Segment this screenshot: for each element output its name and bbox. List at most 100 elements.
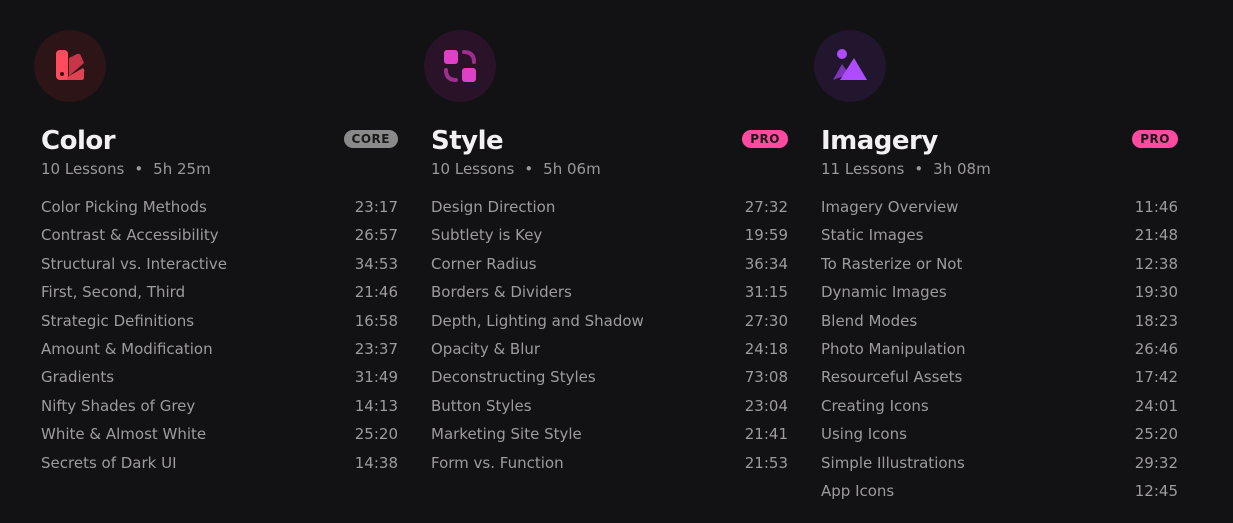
- lesson-duration: 31:15: [744, 283, 788, 302]
- pro-badge: PRO: [742, 130, 788, 148]
- swatch-book-icon: [56, 50, 85, 80]
- lesson-item[interactable]: Amount & Modification 23:37: [41, 335, 398, 363]
- lesson-duration: 14:38: [354, 453, 398, 472]
- lesson-item[interactable]: Static Images 21:48: [821, 221, 1178, 249]
- lesson-item[interactable]: App Icons 12:45: [821, 477, 1178, 505]
- lesson-title: Gradients: [41, 368, 115, 387]
- lesson-duration: 11:46: [1134, 198, 1178, 216]
- lesson-list: Design Direction 27:32 Subtlety is Key 19:…: [424, 193, 788, 477]
- lesson-item[interactable]: Marketing Site Style 21:41: [431, 420, 788, 448]
- lesson-title: Corner Radius: [431, 254, 537, 273]
- lesson-item[interactable]: Structural vs. Interactive 34:53: [41, 250, 398, 278]
- total-duration: 3h 08m: [933, 160, 991, 178]
- lesson-item[interactable]: Creating Icons 24:01: [821, 392, 1178, 420]
- lesson-duration: 73:08: [744, 368, 788, 387]
- lesson-duration: 17:42: [1134, 368, 1178, 387]
- lesson-duration: 27:32: [744, 198, 788, 216]
- lesson-item[interactable]: Photo Manipulation 26:46: [821, 335, 1178, 363]
- course-color: Color CORE 10 Lessons • 5h 25m Color Picki…: [34, 30, 398, 477]
- course-title: Style: [431, 126, 504, 156]
- lesson-item[interactable]: Button Styles 23:04: [431, 392, 788, 420]
- lesson-title: To Rasterize or Not: [821, 254, 963, 273]
- lesson-item[interactable]: White & Almost White 25:20: [41, 420, 398, 448]
- lesson-duration: 16:58: [354, 311, 398, 330]
- lesson-item[interactable]: Resourceful Assets 17:42: [821, 363, 1178, 391]
- lessons-count: 10 Lessons: [41, 160, 125, 178]
- lesson-duration: 19:30: [1134, 283, 1178, 302]
- lesson-item[interactable]: Gradients 31:49: [41, 363, 398, 391]
- lesson-title: Contrast & Accessibility: [41, 226, 219, 245]
- course-icon-circle: [424, 30, 496, 102]
- lesson-duration: 23:17: [354, 198, 398, 216]
- lesson-item[interactable]: Blend Modes 18:23: [821, 307, 1178, 335]
- lesson-title: Resourceful Assets: [821, 368, 963, 387]
- lesson-item[interactable]: Simple Illustrations 29:32: [821, 449, 1178, 477]
- lesson-list: Imagery Overview 11:46 Static Images 21:48…: [814, 193, 1178, 505]
- course-title: Color: [41, 126, 116, 156]
- lesson-title: Design Direction: [431, 198, 556, 216]
- lesson-title: Creating Icons: [821, 396, 929, 415]
- lesson-title: Strategic Definitions: [41, 311, 195, 330]
- lesson-title: Blend Modes: [821, 311, 918, 330]
- lesson-item[interactable]: Secrets of Dark UI 14:38: [41, 449, 398, 477]
- lesson-title: First, Second, Third: [41, 283, 186, 302]
- lesson-title: Subtlety is Key: [431, 226, 543, 245]
- lesson-duration: 18:23: [1134, 311, 1178, 330]
- lesson-item[interactable]: Deconstructing Styles 73:08: [431, 363, 788, 391]
- lesson-item[interactable]: Borders & Dividers 31:15: [431, 278, 788, 306]
- lesson-title: Form vs. Function: [431, 453, 564, 472]
- lesson-title: Amount & Modification: [41, 340, 213, 359]
- lesson-item[interactable]: Form vs. Function 21:53: [431, 449, 788, 477]
- lesson-duration: 25:20: [354, 425, 398, 444]
- lesson-duration: 36:34: [744, 254, 788, 273]
- lesson-item[interactable]: Using Icons 25:20: [821, 420, 1178, 448]
- course-meta: 10 Lessons • 5h 06m: [424, 159, 788, 179]
- lesson-title: Depth, Lighting and Shadow: [431, 311, 644, 330]
- course-style: Style PRO 10 Lessons • 5h 06m Design Direc…: [424, 30, 788, 477]
- lesson-item[interactable]: Dynamic Images 19:30: [821, 278, 1178, 306]
- lesson-title: Dynamic Images: [821, 283, 947, 302]
- lesson-title: Imagery Overview: [821, 198, 959, 216]
- lesson-item[interactable]: Contrast & Accessibility 26:57: [41, 221, 398, 249]
- total-duration: 5h 06m: [543, 160, 601, 178]
- separator-dot: •: [134, 160, 144, 178]
- course-title: Imagery: [821, 126, 938, 156]
- lesson-item[interactable]: Strategic Definitions 16:58: [41, 307, 398, 335]
- lesson-item[interactable]: Corner Radius 36:34: [431, 250, 788, 278]
- lesson-duration: 26:46: [1134, 340, 1178, 359]
- lesson-title: Color Picking Methods: [41, 198, 207, 216]
- pro-badge: PRO: [1132, 130, 1178, 148]
- lesson-duration: 31:49: [354, 368, 398, 387]
- lesson-title: Button Styles: [431, 396, 532, 415]
- lesson-item[interactable]: To Rasterize or Not 12:38: [821, 250, 1178, 278]
- lesson-item[interactable]: Color Picking Methods 23:17: [41, 193, 398, 221]
- lessons-count: 10 Lessons: [431, 160, 515, 178]
- lesson-item[interactable]: Imagery Overview 11:46: [821, 193, 1178, 221]
- lesson-list: Color Picking Methods 23:17 Contrast & Ac…: [34, 193, 398, 477]
- lesson-duration: 25:20: [1134, 425, 1178, 444]
- separator-dot: •: [914, 160, 924, 178]
- lesson-item[interactable]: Nifty Shades of Grey 14:13: [41, 392, 398, 420]
- lesson-duration: 27:30: [744, 311, 788, 330]
- lesson-item[interactable]: First, Second, Third 21:46: [41, 278, 398, 306]
- lesson-item[interactable]: Depth, Lighting and Shadow 27:30: [431, 307, 788, 335]
- core-badge: CORE: [343, 130, 398, 148]
- total-duration: 5h 25m: [153, 160, 211, 178]
- lesson-title: Deconstructing Styles: [431, 368, 596, 387]
- lesson-item[interactable]: Subtlety is Key 19:59: [431, 221, 788, 249]
- lesson-duration: 24:01: [1134, 396, 1178, 415]
- lesson-item[interactable]: Opacity & Blur 24:18: [431, 335, 788, 363]
- lesson-duration: 21:53: [744, 453, 788, 472]
- course-header: Color CORE: [34, 124, 398, 158]
- image-icon: [833, 49, 867, 80]
- lesson-title: Simple Illustrations: [821, 453, 965, 472]
- course-icon-circle: [34, 30, 106, 102]
- lesson-duration: 24:18: [744, 340, 788, 359]
- lesson-item[interactable]: Design Direction 27:32: [431, 193, 788, 221]
- lesson-duration: 19:59: [744, 226, 788, 245]
- lesson-title: Using Icons: [821, 425, 907, 444]
- course-icon-circle: [814, 30, 886, 102]
- lesson-title: Borders & Dividers: [431, 283, 572, 302]
- lesson-duration: 21:46: [354, 283, 398, 302]
- lesson-title: Photo Manipulation: [821, 340, 966, 359]
